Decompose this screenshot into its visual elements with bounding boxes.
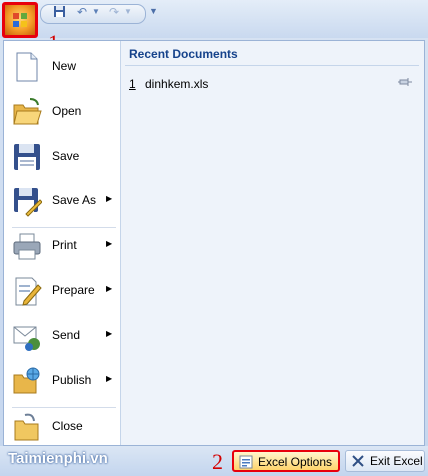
menu-item-close[interactable]: Close	[4, 405, 120, 449]
menu-item-label: Publish	[52, 373, 92, 387]
menu-item-label: Open	[52, 104, 82, 118]
recent-file-item[interactable]: 1 dinhkem.xls	[129, 75, 419, 93]
save-as-icon	[14, 188, 42, 217]
menu-item-save-as[interactable]: Save As ▶	[4, 179, 120, 223]
open-folder-icon	[13, 98, 42, 125]
close-icon	[352, 455, 364, 467]
new-document-icon	[16, 52, 38, 82]
recent-file-name: dinhkem.xls	[145, 77, 209, 91]
submenu-arrow-icon: ▶	[106, 374, 113, 383]
menu-item-send[interactable]: Send ▶	[4, 314, 120, 358]
submenu-arrow-icon: ▶	[106, 194, 113, 203]
menu-item-label: Prepare	[52, 283, 95, 297]
recent-documents-title: Recent Documents	[129, 47, 238, 61]
menu-item-print[interactable]: Print ▶	[4, 224, 120, 268]
printer-icon	[13, 233, 41, 260]
redo-dropdown-icon[interactable]: ▼	[121, 5, 135, 19]
menu-item-label: Send	[52, 328, 81, 342]
menu-commands: New Open Save Save As ▶ Print ▶ Prepare …	[4, 41, 121, 445]
recent-documents-panel: Recent Documents 1 dinhkem.xls	[121, 41, 424, 445]
excel-window: ↶ ▼ ↷ ▼ ▼ 1 New Open	[0, 0, 428, 476]
office-menu: New Open Save Save As ▶ Print ▶ Prepare …	[3, 40, 425, 446]
options-icon	[239, 455, 253, 469]
menu-item-label: Print	[52, 238, 77, 252]
menu-item-new[interactable]: New	[4, 45, 120, 89]
menu-item-label: Save As	[52, 193, 97, 207]
exit-excel-label: Exit Excel	[370, 454, 423, 468]
watermark-text: Taimienphi.vn	[8, 450, 108, 467]
customize-toolbar-icon[interactable]: ▼	[149, 6, 159, 20]
prepare-icon	[15, 277, 42, 306]
menu-item-label: Save	[52, 149, 80, 163]
close-folder-icon	[14, 413, 39, 441]
save-icon[interactable]	[52, 5, 66, 19]
office-button[interactable]	[2, 2, 38, 38]
excel-options-button[interactable]: Excel Options	[232, 450, 340, 472]
save-disk-icon	[14, 144, 40, 170]
excel-options-label: Excel Options	[258, 455, 333, 469]
quick-access-toolbar: ↶ ▼ ↷ ▼ ▼	[0, 0, 428, 38]
exit-excel-button[interactable]: Exit Excel	[345, 450, 425, 472]
submenu-arrow-icon: ▶	[106, 284, 113, 293]
menu-item-open[interactable]: Open	[4, 90, 120, 134]
redo-icon[interactable]: ↷	[107, 5, 121, 19]
recent-divider	[125, 65, 419, 66]
menu-item-prepare[interactable]: Prepare ▶	[4, 269, 120, 313]
office-logo-icon	[13, 13, 27, 27]
publish-icon	[13, 367, 40, 394]
pin-icon[interactable]	[397, 77, 413, 87]
submenu-arrow-icon: ▶	[106, 329, 113, 338]
undo-icon[interactable]: ↶	[75, 5, 89, 19]
recent-file-number: 1	[129, 77, 136, 91]
menu-item-label: Close	[52, 419, 83, 433]
send-icon	[13, 326, 40, 351]
menu-item-label: New	[52, 59, 77, 73]
callout-2: 2	[212, 449, 223, 474]
undo-dropdown-icon[interactable]: ▼	[89, 5, 103, 19]
menu-item-save[interactable]: Save	[4, 135, 120, 179]
submenu-arrow-icon: ▶	[106, 239, 113, 248]
menu-item-publish[interactable]: Publish ▶	[4, 359, 120, 403]
